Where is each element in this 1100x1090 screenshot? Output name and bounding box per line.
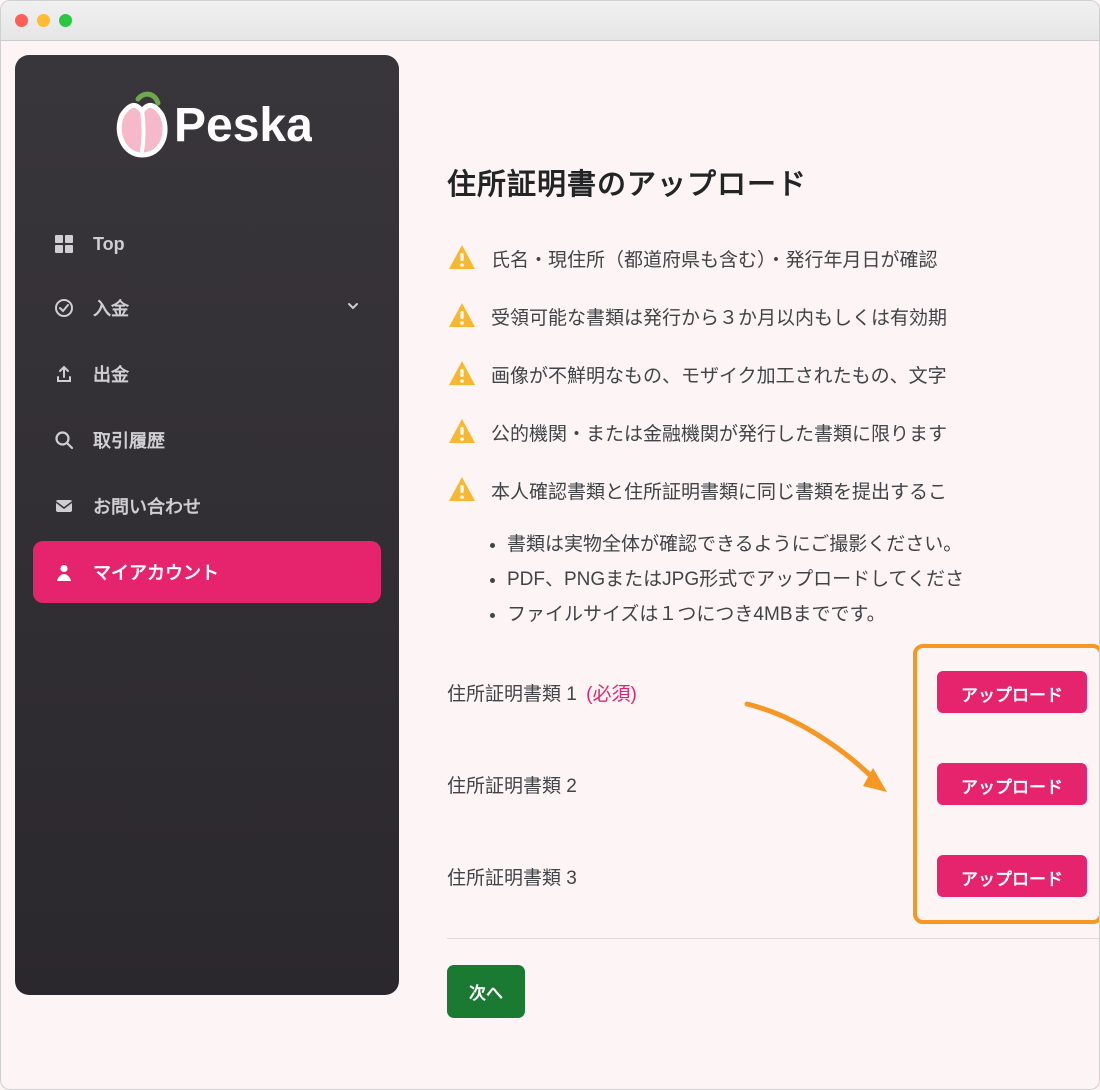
upload-row-3: 住所証明書類 3 アップロード — [447, 850, 1099, 902]
brand-logo[interactable]: Peska — [33, 85, 381, 165]
warning-row: 氏名・現住所（都道府県も含む）・発行年月日が確認 — [447, 243, 1099, 273]
upload-button-3[interactable]: アップロード — [937, 855, 1087, 897]
sidebar-nav: Top 入金 出金 — [33, 215, 381, 603]
sidebar-item-label: お問い合わせ — [93, 493, 201, 519]
instruction-item: ファイルサイズは１つにつき4MBまでです。 — [507, 597, 1099, 632]
warning-row: 受領可能な書類は発行から３か月以内もしくは有効期 — [447, 301, 1099, 331]
sidebar-item-label: 取引履歴 — [93, 427, 165, 453]
warning-icon — [447, 475, 477, 505]
upload-row-1: 住所証明書類 1 (必須) アップロード — [447, 666, 1099, 718]
upload-label: 住所証明書類 3 — [447, 863, 577, 890]
page-title: 住所証明書のアップロード — [447, 161, 1099, 203]
upload-section: 住所証明書類 1 (必須) アップロード 住所証明書類 2 アップロード 住所証… — [447, 666, 1099, 902]
app-window: Peska Top 入金 — [0, 0, 1100, 1090]
required-badge: (必須) — [586, 684, 637, 705]
warning-row: 画像が不鮮明なもの、モザイク加工されたもの、文字 — [447, 359, 1099, 389]
instruction-item: PDF、PNGまたはJPG形式でアップロードしてくださ — [507, 562, 1099, 597]
search-icon — [53, 429, 75, 451]
grid-icon — [53, 233, 75, 255]
warning-row: 公的機関・または金融機関が発行した書類に限ります — [447, 417, 1099, 447]
upload-label: 住所証明書類 1 (必須) — [447, 679, 637, 706]
warning-text: 受領可能な書類は発行から３か月以内もしくは有効期 — [491, 303, 947, 330]
warning-icon — [447, 301, 477, 331]
content-area: Peska Top 入金 — [1, 41, 1099, 1089]
upload-label: 住所証明書類 2 — [447, 771, 577, 798]
window-titlebar — [1, 1, 1099, 41]
instruction-list: 書類は実物全体が確認できるようにご撮影ください。 PDF、PNGまたはJPG形式… — [447, 527, 1099, 632]
warning-row: 本人確認書類と住所証明書類に同じ書類を提出するこ — [447, 475, 1099, 505]
sidebar-item-label: 入金 — [93, 295, 129, 321]
withdraw-icon — [53, 363, 75, 385]
close-window-icon[interactable] — [15, 14, 28, 27]
warning-list: 氏名・現住所（都道府県も含む）・発行年月日が確認 受領可能な書類は発行から３か月… — [447, 243, 1099, 505]
upload-button-2[interactable]: アップロード — [937, 763, 1087, 805]
mail-icon — [53, 495, 75, 517]
sidebar: Peska Top 入金 — [15, 55, 399, 995]
warning-text: 画像が不鮮明なもの、モザイク加工されたもの、文字 — [491, 361, 947, 388]
deposit-icon — [53, 297, 75, 319]
sidebar-item-top[interactable]: Top — [33, 215, 381, 273]
chevron-down-icon — [345, 298, 361, 319]
instruction-item: 書類は実物全体が確認できるようにご撮影ください。 — [507, 527, 1099, 562]
upload-button-1[interactable]: アップロード — [937, 671, 1087, 713]
svg-text:Peska: Peska — [174, 99, 312, 152]
next-button[interactable]: 次へ — [447, 965, 525, 1018]
warning-icon — [447, 417, 477, 447]
sidebar-item-my-account[interactable]: マイアカウント — [33, 541, 381, 603]
warning-text: 公的機関・または金融機関が発行した書類に限ります — [491, 419, 947, 446]
sidebar-item-withdraw[interactable]: 出金 — [33, 343, 381, 405]
sidebar-item-deposit[interactable]: 入金 — [33, 277, 381, 339]
minimize-window-icon[interactable] — [37, 14, 50, 27]
upload-row-2: 住所証明書類 2 アップロード — [447, 758, 1099, 810]
warning-icon — [447, 243, 477, 273]
section-divider — [447, 938, 1099, 939]
sidebar-item-contact[interactable]: お問い合わせ — [33, 475, 381, 537]
user-icon — [53, 561, 75, 583]
warning-text: 本人確認書類と住所証明書類に同じ書類を提出するこ — [491, 477, 947, 504]
maximize-window-icon[interactable] — [59, 14, 72, 27]
sidebar-item-label: マイアカウント — [93, 559, 219, 585]
sidebar-item-history[interactable]: 取引履歴 — [33, 409, 381, 471]
main-content: 住所証明書のアップロード 氏名・現住所（都道府県も含む）・発行年月日が確認 受領… — [399, 41, 1099, 1089]
warning-icon — [447, 359, 477, 389]
warning-text: 氏名・現住所（都道府県も含む）・発行年月日が確認 — [491, 245, 938, 272]
sidebar-item-label: 出金 — [93, 361, 129, 387]
sidebar-item-label: Top — [93, 234, 125, 255]
